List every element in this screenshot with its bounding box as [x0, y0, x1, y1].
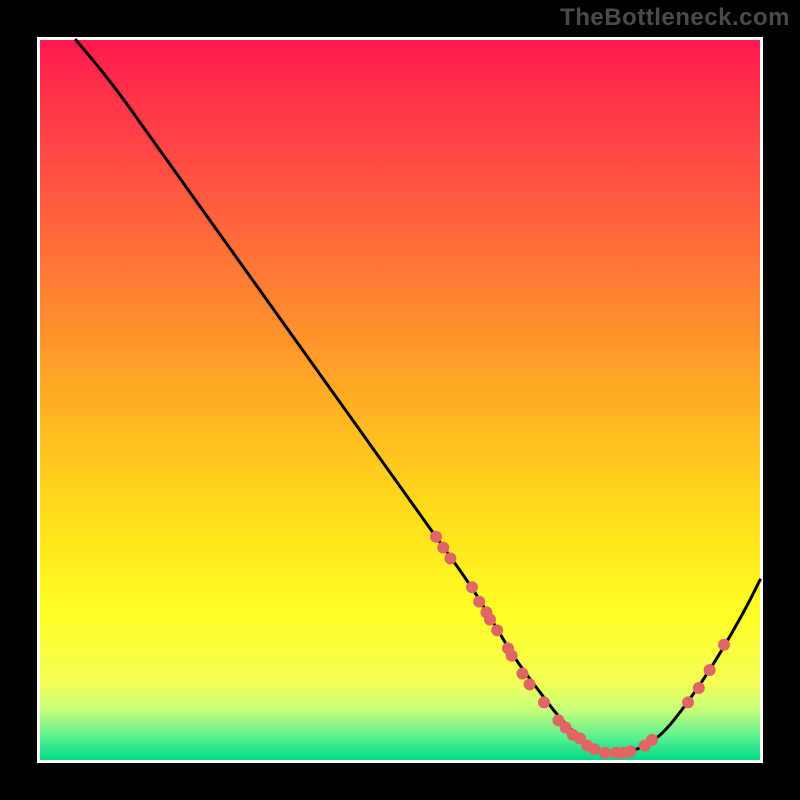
data-point [682, 696, 694, 708]
data-point [516, 668, 528, 680]
data-point [506, 650, 518, 662]
data-point [704, 664, 716, 676]
bottleneck-curve-line [76, 40, 760, 753]
data-point [491, 624, 503, 636]
data-point [484, 614, 496, 626]
highlighted-points-group [430, 531, 730, 759]
data-point [624, 745, 636, 757]
watermark-text: TheBottleneck.com [560, 4, 790, 32]
data-point [430, 531, 442, 543]
data-point [588, 743, 600, 755]
plot-border [37, 37, 763, 763]
plot-area [40, 40, 760, 760]
data-point [538, 696, 550, 708]
data-point [693, 682, 705, 694]
data-point [524, 678, 536, 690]
data-point [718, 639, 730, 651]
data-point [466, 581, 478, 593]
data-point [444, 552, 456, 564]
data-point [473, 596, 485, 608]
data-point [599, 747, 611, 759]
data-point [437, 542, 449, 554]
chart-frame: TheBottleneck.com [0, 0, 800, 800]
data-point [646, 734, 658, 746]
bottleneck-curve-svg [40, 40, 760, 760]
